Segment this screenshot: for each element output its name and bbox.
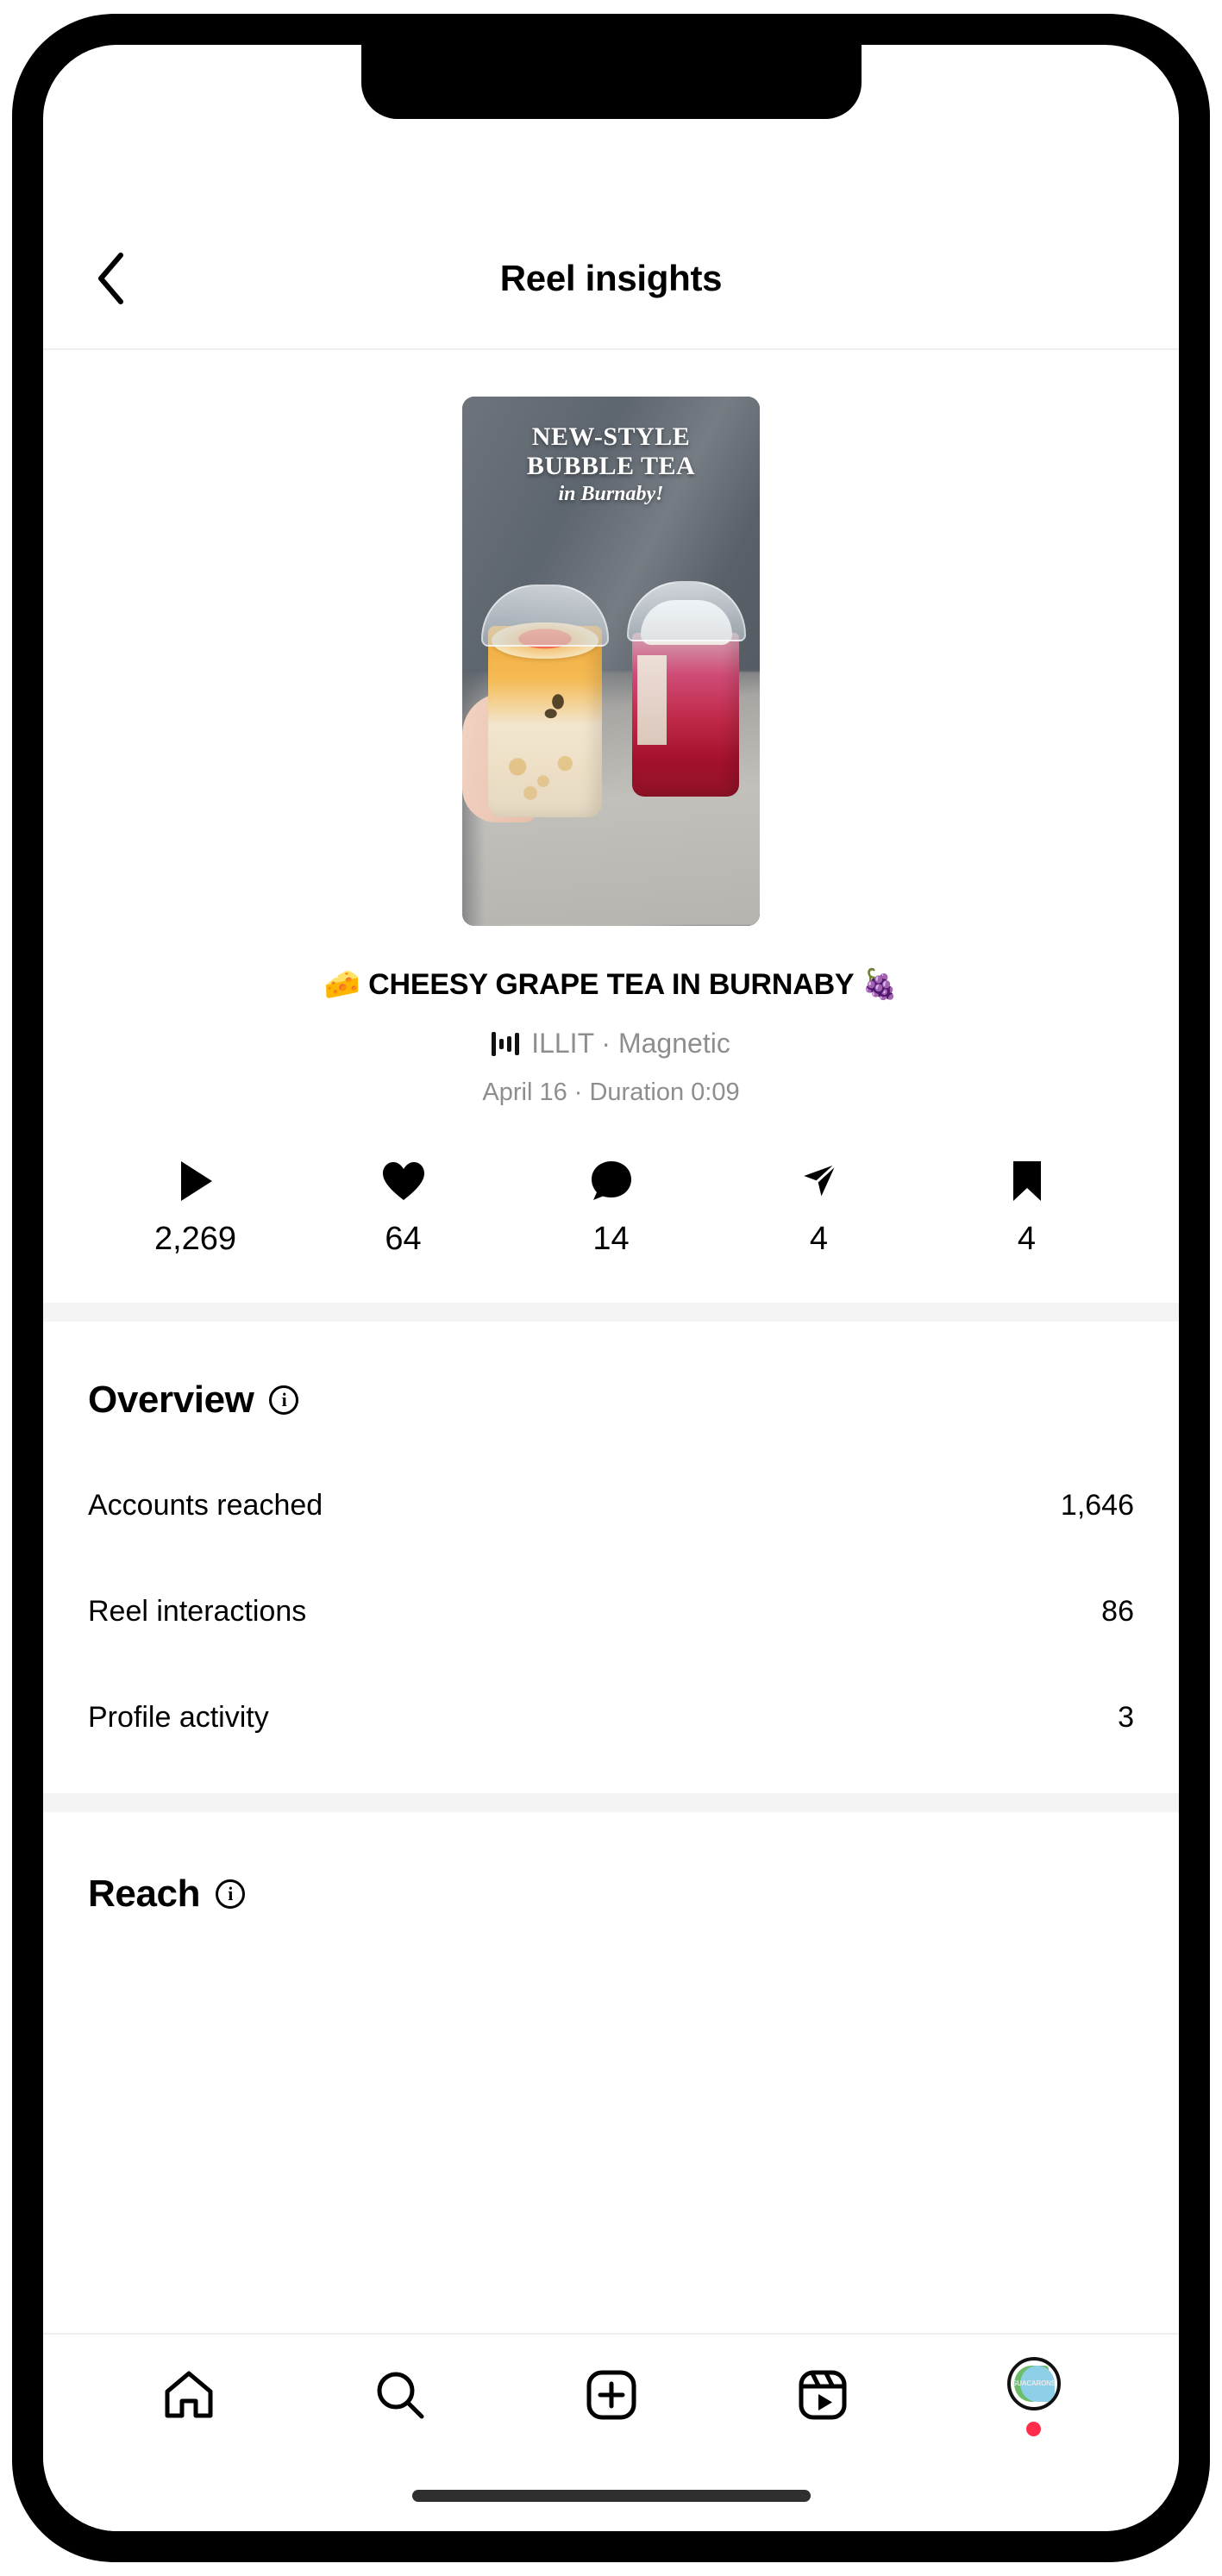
info-icon[interactable]: i — [216, 1879, 246, 1909]
overview-title: Overview — [88, 1379, 254, 1421]
thumbnail-overlay-text: NEW-STYLE BUBBLE TEA in Burnaby! — [462, 422, 760, 506]
reel-audio-row[interactable]: ILLIT · Magnetic — [43, 1028, 1179, 1060]
overlay-line-1: NEW-STYLE — [531, 422, 691, 451]
overview-row-profile-activity[interactable]: Profile activity 3 — [88, 1701, 1134, 1735]
plus-square-icon — [586, 2369, 637, 2425]
nav-reels[interactable] — [717, 2369, 928, 2425]
overview-heading: Overview i — [88, 1379, 1134, 1422]
engagement-metrics-row: 2,269 64 14 4 4 — [43, 1155, 1179, 1258]
stat-value: 1,646 — [1060, 1489, 1134, 1522]
play-icon — [91, 1155, 299, 1207]
metric-plays-value: 2,269 — [154, 1221, 237, 1257]
share-icon — [715, 1155, 923, 1207]
bubble-tea-cup-left — [481, 585, 609, 817]
avatar-icon: GUACARONS — [1006, 2357, 1061, 2410]
stat-label: Accounts reached — [88, 1489, 323, 1522]
heart-icon — [299, 1155, 507, 1207]
stat-label: Profile activity — [88, 1701, 269, 1734]
reels-icon — [798, 2369, 848, 2425]
reel-meta: April 16 · Duration 0:09 — [482, 1079, 740, 1106]
overlay-line-3: in Burnaby! — [558, 483, 664, 506]
comment-icon — [507, 1155, 715, 1207]
notification-dot — [1026, 2422, 1041, 2436]
audio-label: ILLIT · Magnetic — [531, 1028, 730, 1059]
reach-heading: Reach i — [88, 1873, 1134, 1916]
app-header: Reel insights — [43, 209, 1179, 350]
section-divider-1 — [43, 1303, 1179, 1322]
avatar-brand-text: GUACARONS — [1012, 2379, 1056, 2387]
reach-section: Reach i — [43, 1812, 1179, 1916]
overlay-line-2: BUBBLE TEA — [526, 451, 696, 480]
status-bar-notch — [360, 45, 862, 119]
metric-shares-value: 4 — [809, 1221, 829, 1257]
reel-thumbnail[interactable]: NEW-STYLE BUBBLE TEA in Burnaby! — [462, 397, 760, 926]
metric-plays[interactable]: 2,269 — [91, 1155, 299, 1258]
overview-section: Overview i Accounts reached 1,646 Reel i… — [43, 1322, 1179, 1793]
section-divider-2 — [43, 1793, 1179, 1812]
metric-saves-value: 4 — [1017, 1221, 1037, 1257]
bubble-tea-cup-right — [627, 581, 746, 797]
stat-value: 3 — [1118, 1701, 1134, 1734]
info-glyph: i — [228, 1883, 233, 1904]
phone-frame: Reel insights NEW-STYLE BUBBLE TEA in Bu… — [12, 14, 1210, 2562]
metric-likes[interactable]: 64 — [299, 1155, 507, 1258]
metric-shares[interactable]: 4 — [715, 1155, 923, 1258]
overview-row-accounts-reached[interactable]: Accounts reached 1,646 — [88, 1489, 1134, 1522]
metric-likes-value: 64 — [385, 1221, 422, 1257]
metric-saves[interactable]: 4 — [923, 1155, 1131, 1258]
stat-value: 86 — [1101, 1595, 1134, 1628]
search-icon — [375, 2370, 425, 2424]
metric-comments-value: 14 — [592, 1221, 630, 1257]
page-title: Reel insights — [499, 258, 723, 298]
insights-scroll-area: NEW-STYLE BUBBLE TEA in Burnaby! 🧀 CHEES… — [43, 350, 1179, 1916]
reach-title: Reach — [88, 1873, 201, 1915]
nav-profile[interactable]: GUACARONS — [928, 2357, 1139, 2436]
info-glyph: i — [281, 1389, 287, 1410]
nav-search[interactable] — [294, 2370, 505, 2424]
phone-screen: Reel insights NEW-STYLE BUBBLE TEA in Bu… — [43, 45, 1179, 2531]
metric-comments[interactable]: 14 — [507, 1155, 715, 1258]
reel-caption: 🧀 CHEESY GRAPE TEA IN BURNABY 🍇 — [323, 968, 899, 1001]
nav-home[interactable] — [83, 2370, 294, 2424]
info-icon[interactable]: i — [269, 1385, 299, 1415]
overview-row-reel-interactions[interactable]: Reel interactions 86 — [88, 1595, 1134, 1629]
stat-label: Reel interactions — [88, 1595, 307, 1628]
bookmark-icon — [923, 1155, 1131, 1207]
home-indicator[interactable] — [411, 2490, 811, 2502]
nav-create[interactable] — [505, 2369, 717, 2425]
home-icon — [163, 2370, 215, 2424]
audio-waveform-icon — [492, 1031, 520, 1057]
